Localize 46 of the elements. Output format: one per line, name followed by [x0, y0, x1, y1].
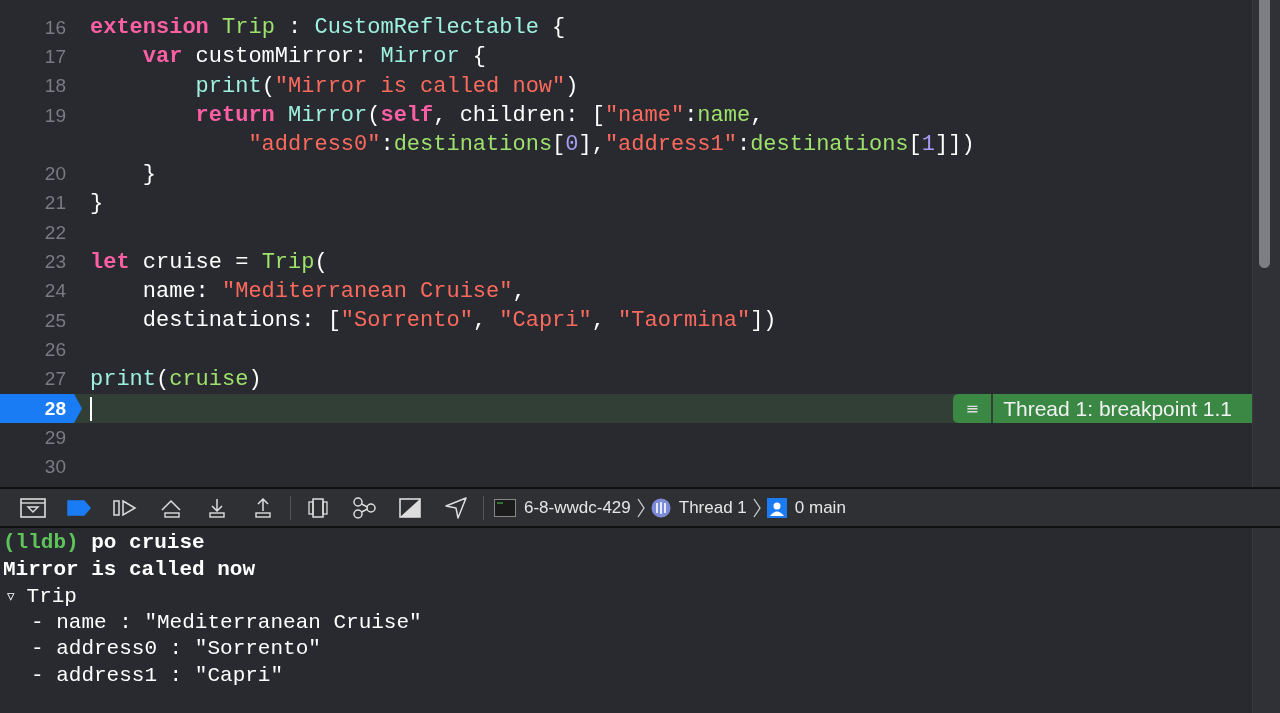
- scrollbar-track[interactable]: [1252, 528, 1280, 713]
- code-line: extension Trip : CustomReflectable {: [90, 15, 566, 41]
- code-line: }: [90, 190, 104, 216]
- breakpoint-annotation: Thread 1: breakpoint 1.1: [993, 393, 1252, 424]
- disclosure-triangle[interactable]: ▿: [7, 587, 15, 606]
- line-number: 18: [43, 75, 66, 98]
- line-number: 22: [43, 221, 66, 244]
- thread-path-item[interactable]: Thread 1: [644, 492, 753, 523]
- line-number: 26: [43, 338, 66, 361]
- code-line: print(cruise): [90, 366, 262, 392]
- chevron-icon: [636, 497, 645, 518]
- console-line: Trip: [26, 584, 77, 608]
- line-number: 16: [43, 16, 66, 39]
- line-number: 25: [43, 309, 66, 332]
- code-line: print("Mirror is called now"): [195, 73, 579, 99]
- code-line: let cruise = Trip(: [90, 249, 328, 275]
- current-line-number: 28: [0, 393, 82, 424]
- code-line: return Mirror(self, children: ["name":name,: [195, 103, 764, 129]
- line-number: 23: [43, 251, 66, 273]
- code-line: destinations: ["Sorrento", "Capri", "Taormina"]): [142, 308, 777, 334]
- line-number: 27: [43, 368, 66, 391]
- line-number: 21: [43, 192, 66, 215]
- line-number: 29: [43, 426, 66, 449]
- terminal-window-icon: [494, 498, 516, 517]
- line-number: 20: [43, 163, 66, 186]
- console-line: Mirror is called now: [3, 556, 256, 583]
- line-number: 19: [43, 104, 66, 127]
- line-number: 24: [43, 280, 66, 303]
- chevron-icon: [752, 497, 761, 518]
- line-number: 30: [43, 456, 66, 479]
- code-line: var customMirror: Mirror {: [142, 44, 487, 70]
- console-line: (lldb) po cruise: [3, 530, 205, 556]
- frame-path-item[interactable]: 0 main: [760, 492, 852, 523]
- console-line: - address0 : "Sorrento": [30, 636, 321, 662]
- scrollbar-track[interactable]: [1252, 0, 1280, 487]
- code-line: }: [142, 161, 156, 187]
- scrollbar-thumb[interactable]: [1259, 0, 1270, 268]
- console-line: - name : "Mediterranean Cruise": [30, 609, 422, 636]
- person-icon: [766, 497, 787, 518]
- thread-icon: [650, 497, 671, 518]
- line-number: 17: [43, 45, 66, 68]
- code-line: name: "Mediterranean Cruise",: [142, 278, 526, 304]
- code-line: "address0":destinations[0],"address1":destinations[1]]): [248, 132, 975, 158]
- console-line: - address1 : "Capri": [30, 662, 284, 689]
- text-cursor: [90, 396, 92, 421]
- app-path-item[interactable]: 6-8-wwdc-429: [488, 492, 637, 523]
